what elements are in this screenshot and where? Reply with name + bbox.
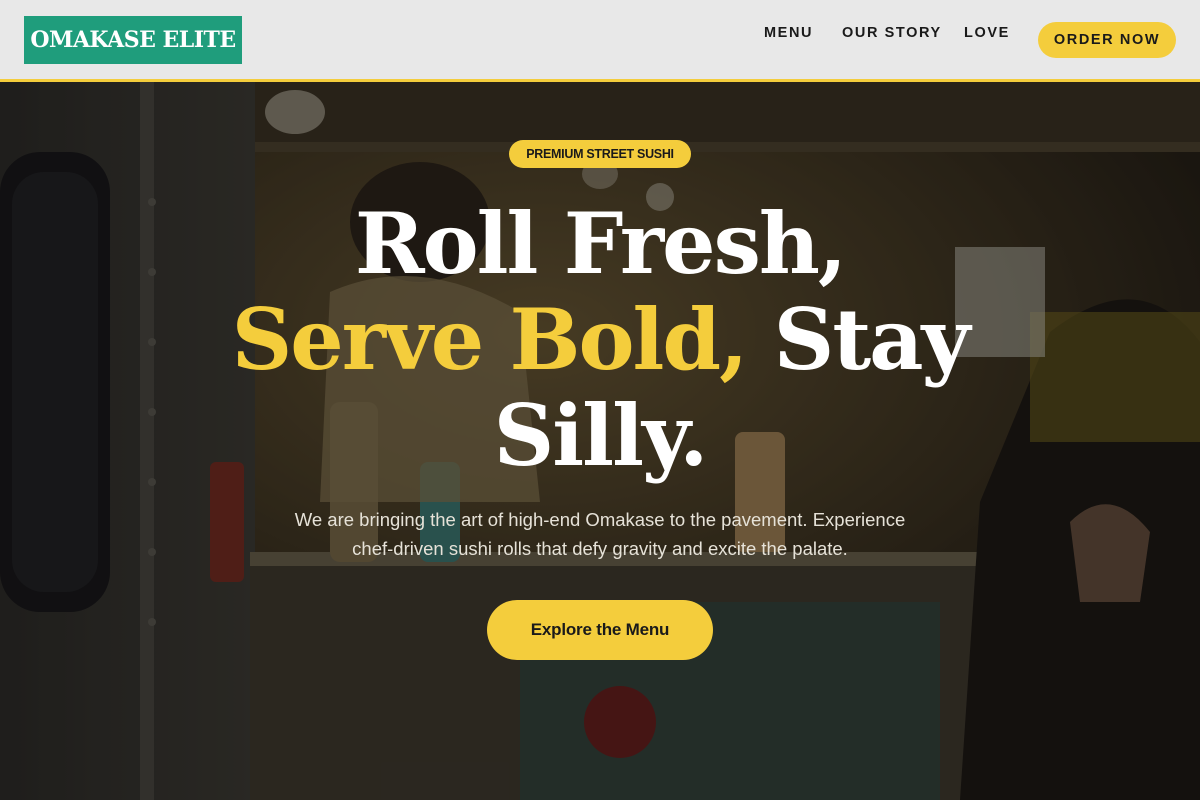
premium-badge: PREMIUM STREET SUSHI (509, 140, 691, 168)
brand-logo[interactable]: OMAKASE ELITE (24, 16, 242, 64)
explore-menu-button[interactable]: Explore the Menu (487, 600, 713, 660)
nav-link-love[interactable]: LOVE (964, 24, 1010, 42)
headline-line-1: Roll Fresh, (354, 194, 847, 293)
site-header: OMAKASE ELITE MENU OUR STORY LOVE ORDER … (0, 0, 1200, 82)
nav-link-our-story[interactable]: OUR STORY (842, 24, 942, 42)
hero-description-line-1: We are bringing the art of high-end Omak… (294, 509, 906, 530)
headline-line-3: Silly. (493, 386, 709, 485)
nav-link-menu[interactable]: MENU (764, 24, 813, 42)
headline-line-2-rest: Stay (746, 290, 971, 389)
headline-line-2: Serve Bold, Stay (150, 292, 1050, 388)
hero-headline: Roll Fresh, Serve Bold, Stay Silly. (150, 196, 1050, 484)
order-now-button[interactable]: ORDER NOW (1038, 22, 1176, 58)
hero-description: We are bringing the art of high-end Omak… (250, 505, 950, 563)
hero-description-line-2: chef-driven sushi rolls that defy gravit… (352, 538, 848, 559)
headline-accent-text: Serve Bold, (231, 290, 749, 389)
